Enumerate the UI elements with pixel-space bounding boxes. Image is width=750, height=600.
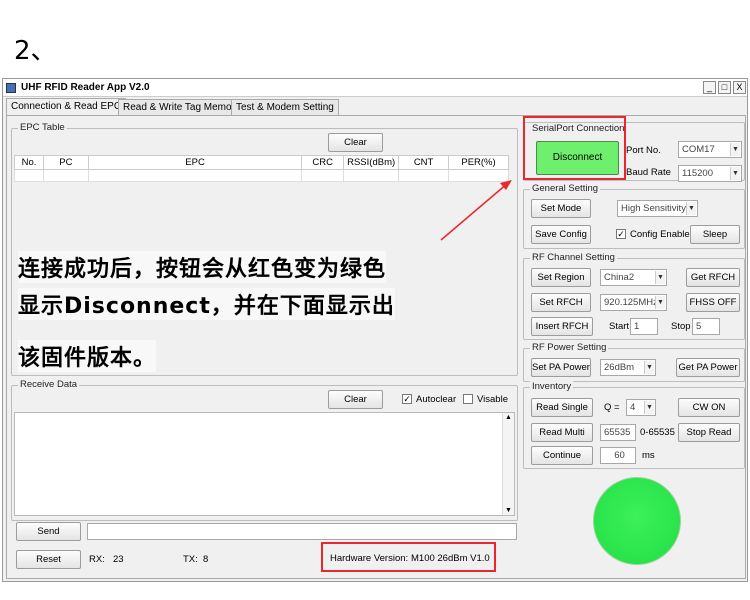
annotation-arrow	[440, 180, 512, 241]
